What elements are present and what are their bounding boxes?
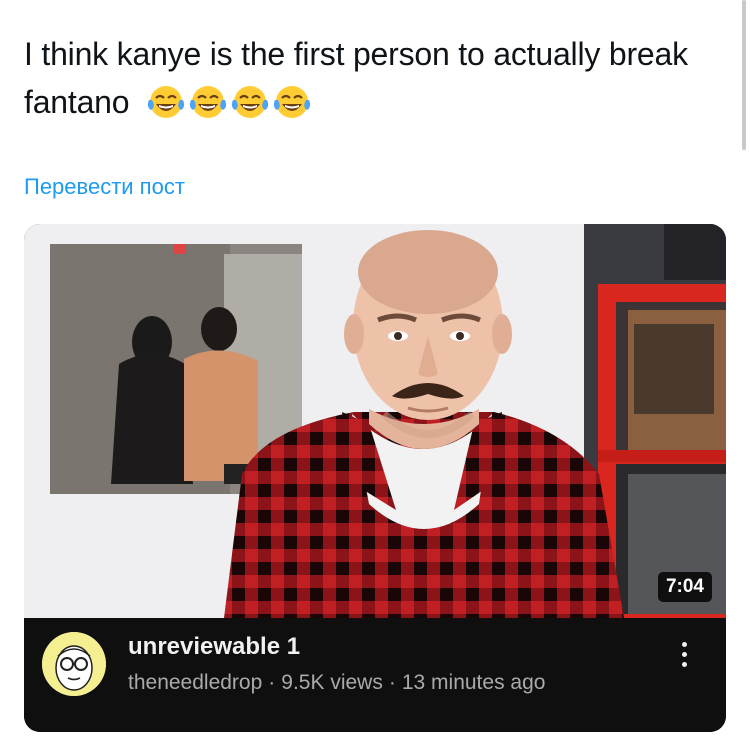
face-with-tears-of-joy-icon <box>273 85 311 118</box>
more-vertical-icon[interactable] <box>670 634 698 674</box>
emoji-row <box>146 82 312 122</box>
meta-separator: · <box>268 671 276 694</box>
post-text: I think kanye is the first person to act… <box>24 30 714 126</box>
video-meta: theneedledrop · 9.5K views · 13 minutes … <box>128 668 545 698</box>
video-thumbnail[interactable] <box>24 224 726 618</box>
translate-post-link[interactable]: Перевести пост <box>24 172 185 202</box>
youtube-embed-card[interactable]: 7:04 unreviewable 1 theneedledrop · 9.5K… <box>24 224 726 732</box>
video-info-bar: unreviewable 1 theneedledrop · 9.5K view… <box>24 618 726 732</box>
face-with-tears-of-joy-icon <box>147 85 185 118</box>
scrollbar[interactable] <box>742 0 746 150</box>
meta-separator: · <box>388 671 396 694</box>
view-count: 9.5K views <box>281 671 383 694</box>
channel-avatar[interactable] <box>42 632 106 696</box>
post-body: I think kanye is the first person to act… <box>24 36 688 120</box>
face-with-tears-of-joy-icon <box>189 85 227 118</box>
duration-badge: 7:04 <box>657 572 712 602</box>
channel-name[interactable]: theneedledrop <box>128 668 262 698</box>
upload-time: 13 minutes ago <box>401 671 546 694</box>
cartoon-face-icon <box>42 632 106 696</box>
video-title[interactable]: unreviewable 1 <box>128 632 300 662</box>
face-with-tears-of-joy-icon <box>231 85 269 118</box>
